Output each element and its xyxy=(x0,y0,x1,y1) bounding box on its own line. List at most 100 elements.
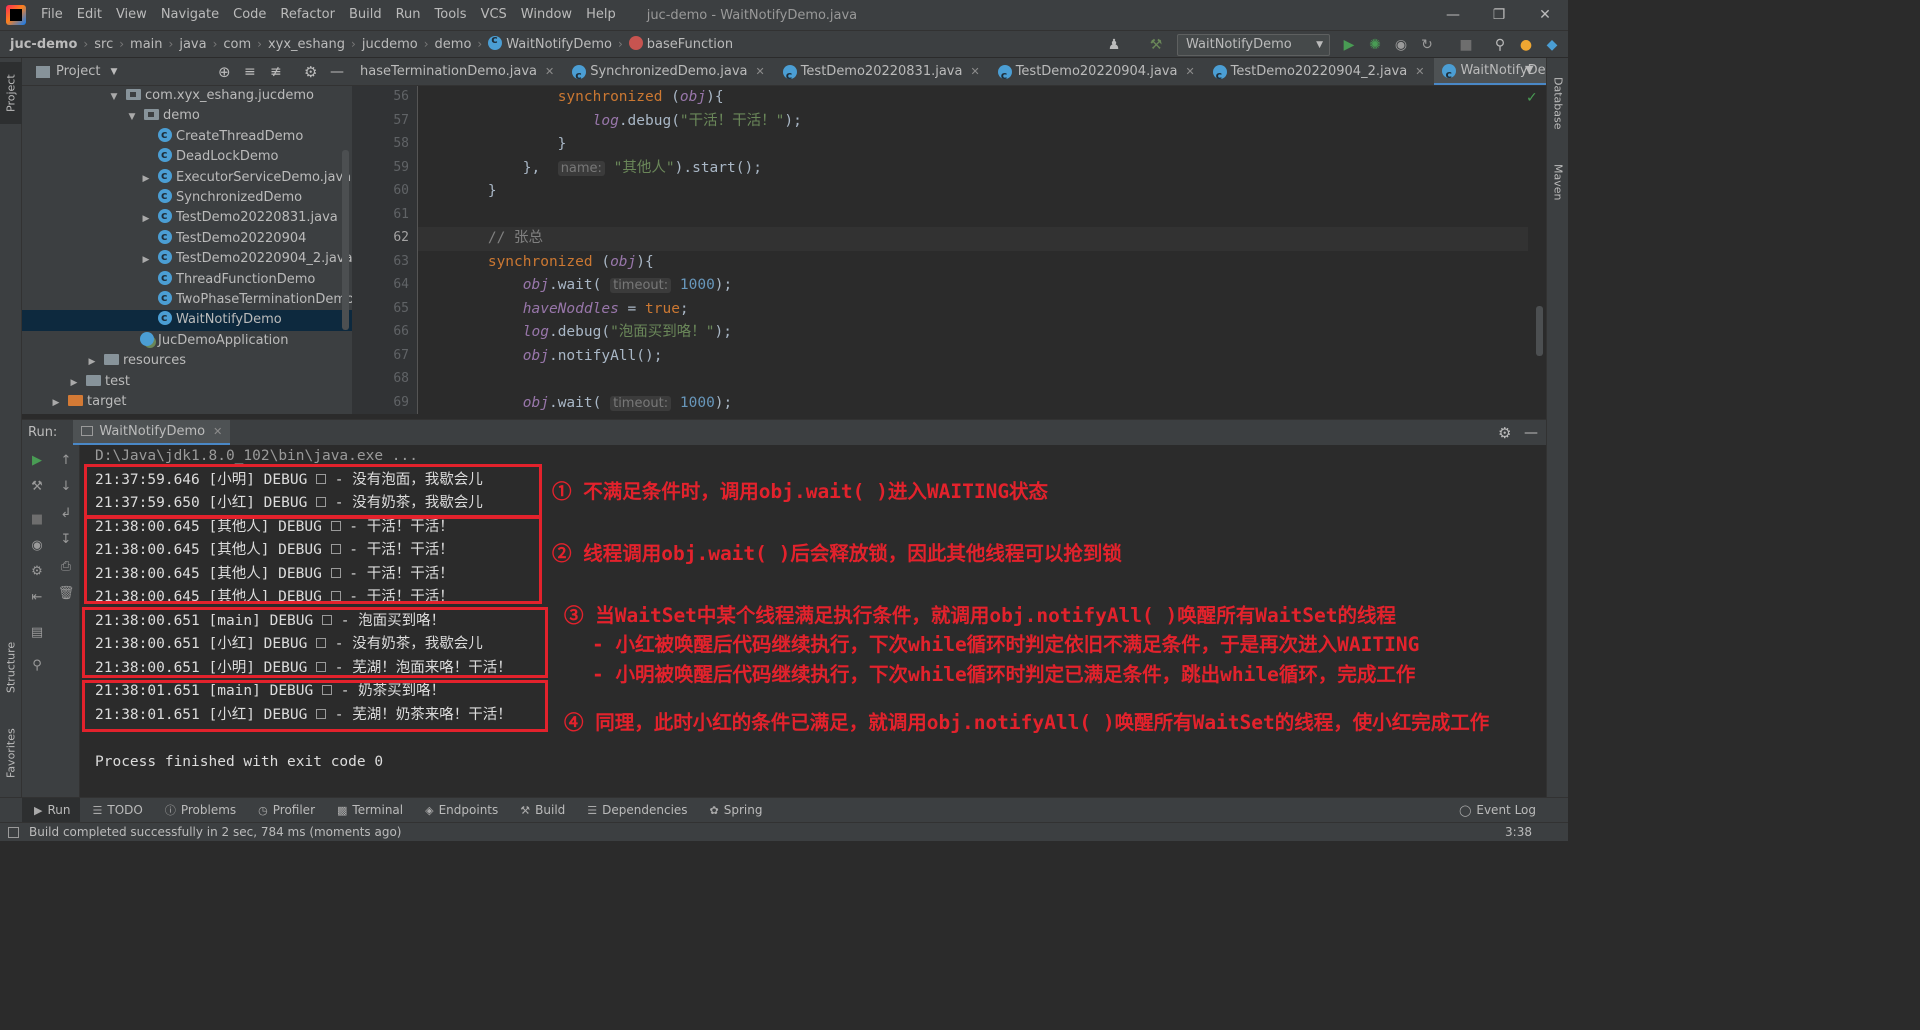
code-editor[interactable]: synchronized (obj){ log.debug("干活！干活！");… xyxy=(418,86,1528,414)
print-icon[interactable]: ⎙ xyxy=(56,556,76,576)
run-icon[interactable]: ▶ xyxy=(1339,35,1359,55)
tree-item[interactable]: CreateThreadDemo xyxy=(22,125,352,147)
close-tab-icon[interactable]: ✕ xyxy=(1185,58,1194,85)
trash-icon[interactable]: 🗑 xyxy=(56,583,76,603)
menu-tools[interactable]: Tools xyxy=(428,0,474,30)
chevron-down-icon[interactable]: ▼ xyxy=(108,87,120,107)
editor-tab[interactable]: TestDemo20220904.java ✕ xyxy=(990,58,1205,85)
breadcrumb-method[interactable]: baseFunction xyxy=(628,36,733,52)
bottom-tab-terminal[interactable]: ▩ Terminal xyxy=(325,798,413,823)
chevron-right-icon[interactable]: ▶ xyxy=(140,209,152,229)
status-window-icon[interactable] xyxy=(8,826,19,838)
camera-icon[interactable]: ◉ xyxy=(27,535,47,555)
tree-item[interactable]: ▶ TestDemo20220831.java xyxy=(22,206,352,229)
breadcrumb-java[interactable]: java xyxy=(179,37,206,52)
tree-item[interactable]: ▶ ExecutorServiceDemo.java xyxy=(22,166,352,189)
locate-icon[interactable]: ⊕ xyxy=(218,63,231,81)
tool-tab-database[interactable]: Database xyxy=(1547,68,1569,138)
editor-tab[interactable]: SynchronizedDemo.java ✕ xyxy=(564,58,775,85)
bottom-tab-run[interactable]: ▶ Run xyxy=(22,797,81,823)
close-tab-icon[interactable]: ✕ xyxy=(970,58,979,85)
tool-tab-maven[interactable]: Maven xyxy=(1547,154,1569,210)
breadcrumb-project[interactable]: juc-demo xyxy=(10,37,77,52)
close-icon[interactable]: ✕ xyxy=(1522,0,1568,30)
pin-icon[interactable]: ⚲ xyxy=(27,655,47,675)
project-panel-title[interactable]: Project xyxy=(56,64,100,79)
breadcrumb-class[interactable]: WaitNotifyDemo xyxy=(488,33,612,52)
console-output[interactable]: D:\Java\jdk1.8.0_102\bin\java.exe ... 21… xyxy=(80,445,1546,797)
coverage-icon[interactable]: ◉ xyxy=(1391,35,1411,55)
chevron-right-icon[interactable]: ▶ xyxy=(140,169,152,189)
plugin-icon[interactable]: ◆ xyxy=(1542,35,1562,55)
tree-item[interactable]: ▶ test xyxy=(22,372,352,392)
tree-item[interactable]: ▶ target xyxy=(22,392,352,412)
tree-item[interactable]: ThreadFunctionDemo xyxy=(22,268,352,290)
tree-item[interactable]: TwoPhaseTerminationDemo xyxy=(22,288,352,310)
chevron-right-icon[interactable]: ▶ xyxy=(86,352,98,372)
chevron-down-icon[interactable]: ▼ xyxy=(1525,63,1533,76)
menu-help[interactable]: Help xyxy=(579,0,623,30)
hide-panel-icon[interactable]: — xyxy=(330,64,344,80)
hide-panel-icon[interactable]: — xyxy=(1524,425,1538,441)
project-scrollbar[interactable] xyxy=(342,150,349,330)
tree-item[interactable]: ▼ demo xyxy=(22,106,352,126)
breadcrumb-jucdemo[interactable]: jucdemo xyxy=(362,37,418,52)
menu-edit[interactable]: Edit xyxy=(70,0,109,30)
chevron-down-icon[interactable]: ▼ xyxy=(110,67,117,77)
chevron-right-icon[interactable]: ▶ xyxy=(68,373,80,393)
tree-item[interactable]: TestDemo20220904 xyxy=(22,227,352,249)
breadcrumb-main[interactable]: main xyxy=(130,37,162,52)
close-tab-icon[interactable]: ✕ xyxy=(545,58,554,85)
status-message[interactable]: Build completed successfully in 2 sec, 7… xyxy=(29,825,401,839)
run-configuration-select[interactable]: WaitNotifyDemo ▼ xyxy=(1177,34,1330,56)
rerun-icon[interactable]: ▶ xyxy=(27,450,47,470)
menu-file[interactable]: File xyxy=(34,0,70,30)
breadcrumb-xyx-eshang[interactable]: xyx_eshang xyxy=(268,37,345,52)
stop-icon[interactable]: ■ xyxy=(27,509,47,529)
soft-wrap-icon[interactable]: ↲ xyxy=(56,503,76,523)
editor-tab[interactable]: TestDemo20220904_2.java ✕ xyxy=(1205,58,1435,85)
menu-vcs[interactable]: VCS xyxy=(474,0,514,30)
tool-tab-project[interactable]: Project xyxy=(0,62,22,124)
tree-item[interactable]: WaitNotifyDemo xyxy=(22,308,352,331)
tree-item[interactable]: ▼ com.xyx_eshang.jucdemo xyxy=(22,86,352,106)
menu-window[interactable]: Window xyxy=(514,0,579,30)
gear-icon[interactable]: ⚙ xyxy=(1498,424,1511,442)
restore-icon[interactable]: ❐ xyxy=(1476,0,1522,30)
editor-tab[interactable]: TestDemo20220831.java ✕ xyxy=(775,58,990,85)
bottom-tab-spring[interactable]: ✿ Spring xyxy=(698,798,773,823)
menu-view[interactable]: View xyxy=(109,0,154,30)
layout-icon[interactable]: ▤ xyxy=(27,622,47,642)
down-arrow-icon[interactable]: ↓ xyxy=(56,476,76,496)
collapse-all-icon[interactable]: ≢ xyxy=(270,64,282,80)
chevron-down-icon[interactable]: ▼ xyxy=(126,107,138,127)
editor-tab[interactable]: haseTerminationDemo.java ✕ xyxy=(352,58,564,85)
search-icon[interactable]: ⚲ xyxy=(1490,35,1510,55)
breadcrumb-src[interactable]: src xyxy=(94,37,113,52)
tree-item[interactable]: JucDemoApplication xyxy=(22,331,352,351)
editor-scrollbar[interactable] xyxy=(1536,306,1543,356)
bottom-tab-dependencies[interactable]: ☰ Dependencies xyxy=(575,798,697,823)
breadcrumb-com[interactable]: com xyxy=(223,37,251,52)
tree-item[interactable]: SynchronizedDemo xyxy=(22,186,352,208)
chevron-right-icon[interactable]: ▶ xyxy=(140,250,152,270)
menu-code[interactable]: Code xyxy=(226,0,273,30)
bottom-tab-endpoints[interactable]: ◈ Endpoints xyxy=(413,798,508,823)
tool-tab-structure[interactable]: Structure xyxy=(0,632,22,702)
user-icon[interactable]: ♟ xyxy=(1104,35,1124,55)
tree-item[interactable]: DeadLockDemo xyxy=(22,145,352,167)
tree-item[interactable]: ▶ TestDemo20220904_2.java xyxy=(22,247,352,270)
chevron-right-icon[interactable]: ▶ xyxy=(50,393,62,413)
intellij-logo-icon[interactable] xyxy=(6,5,26,25)
stop-icon[interactable]: ■ xyxy=(1456,35,1476,55)
build-hammer-icon[interactable]: ⚒ xyxy=(1146,35,1166,55)
close-tab-icon[interactable]: ✕ xyxy=(1415,58,1424,85)
menu-run[interactable]: Run xyxy=(389,0,428,30)
scroll-to-end-icon[interactable]: ↧ xyxy=(56,529,76,549)
wrench-icon[interactable]: ⚒ xyxy=(27,476,47,496)
inspection-ok-icon[interactable]: ✓ xyxy=(1526,90,1538,106)
bottom-tab-problems[interactable]: ⓘ Problems xyxy=(153,798,246,823)
profile-icon[interactable]: ↻ xyxy=(1417,35,1437,55)
tree-item[interactable]: ▶ resources xyxy=(22,351,352,371)
menu-navigate[interactable]: Navigate xyxy=(154,0,226,30)
